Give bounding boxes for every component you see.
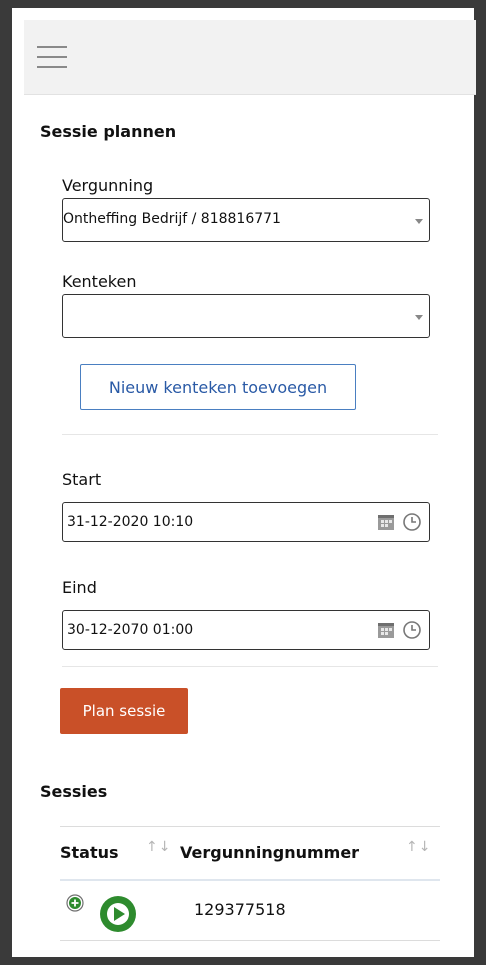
chevron-down-icon <box>415 219 423 224</box>
divider <box>62 434 438 435</box>
table-row[interactable]: 129377518 <box>60 880 440 941</box>
eind-label: Eind <box>62 578 97 597</box>
column-header-status[interactable]: Status <box>60 843 119 862</box>
vergunning-select[interactable]: Ontheffing Bedrijf / 818816771 <box>62 198 430 242</box>
expand-row-icon[interactable] <box>66 894 84 912</box>
kenteken-label: Kenteken <box>62 272 137 291</box>
kenteken-select[interactable] <box>62 294 430 338</box>
eind-datetime-field[interactable]: 30-12-2070 01:00 <box>62 610 430 650</box>
hamburger-icon[interactable] <box>37 46 67 68</box>
play-circle-icon <box>100 896 136 932</box>
chevron-down-icon <box>415 315 423 320</box>
start-datetime-field[interactable]: 31-12-2020 10:10 <box>62 502 430 542</box>
sessions-table-header: Status ↑↓ Vergunningnummer ↑↓ <box>60 826 440 881</box>
calendar-icon[interactable] <box>377 621 395 639</box>
clock-icon[interactable] <box>402 620 422 640</box>
clock-icon[interactable] <box>402 512 422 532</box>
eind-value: 30-12-2070 01:00 <box>67 622 194 638</box>
page-title: Sessie plannen <box>40 122 177 141</box>
sort-icon[interactable]: ↑↓ <box>406 839 431 855</box>
sort-icon[interactable]: ↑↓ <box>146 839 171 855</box>
calendar-icon[interactable] <box>377 513 395 531</box>
start-label: Start <box>62 470 102 489</box>
vergunning-value: Ontheffing Bedrijf / 818816771 <box>63 211 281 227</box>
vergunningnummer-cell: 129377518 <box>194 900 286 919</box>
divider <box>62 666 438 667</box>
sessions-title: Sessies <box>40 782 108 801</box>
add-kenteken-button[interactable]: Nieuw kenteken toevoegen <box>80 364 356 410</box>
plan-sessie-button[interactable]: Plan sessie <box>60 688 188 734</box>
vergunning-label: Vergunning <box>62 176 154 195</box>
start-value: 31-12-2020 10:10 <box>67 514 194 530</box>
column-header-vergunningnummer[interactable]: Vergunningnummer <box>180 843 359 862</box>
top-bar <box>24 20 476 95</box>
